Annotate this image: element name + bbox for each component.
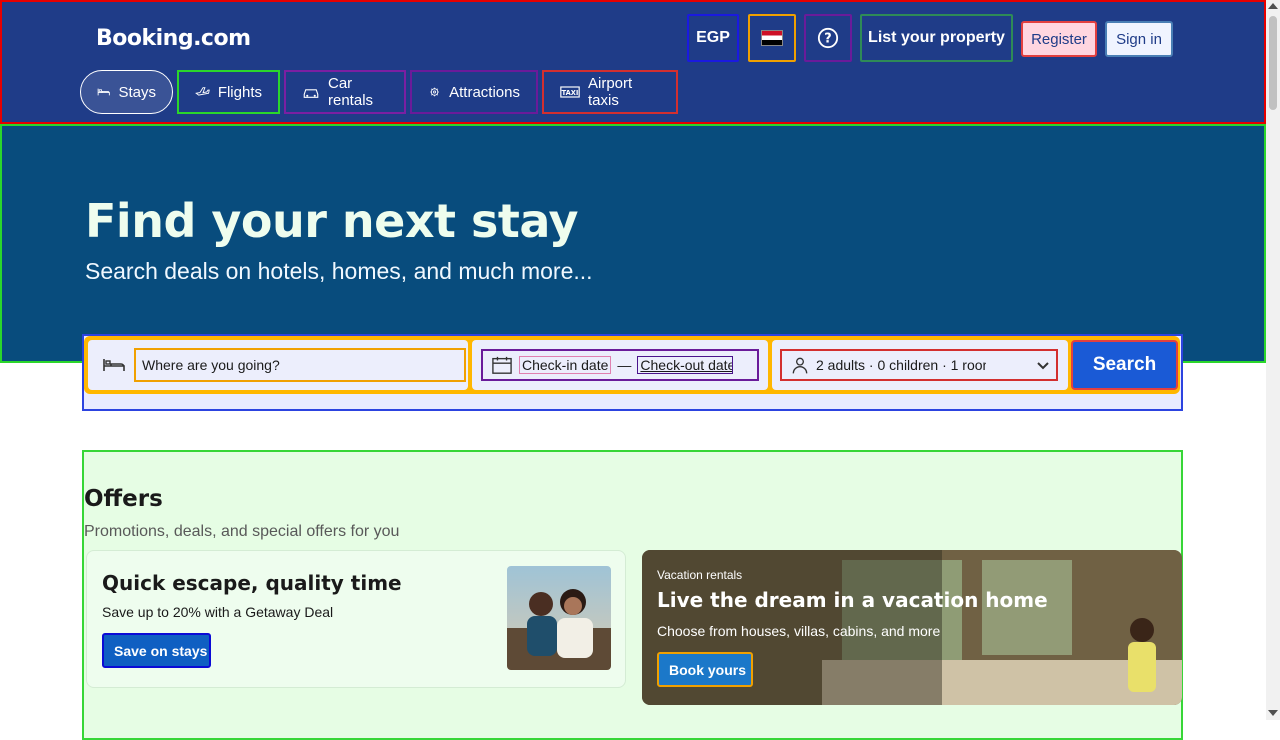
couple-photo (507, 566, 611, 670)
getaway-card-title: Quick escape, quality time (102, 571, 402, 595)
search-button[interactable]: Search (1071, 340, 1178, 390)
taxi-icon: TAXI (560, 86, 580, 98)
offers-title: Offers (84, 486, 163, 512)
bed-icon (103, 359, 125, 371)
tab-stays-label: Stays (118, 83, 156, 101)
calendar-icon (492, 356, 512, 374)
tab-airport-taxis[interactable]: TAXI Airport taxis (542, 70, 678, 114)
checkin-date[interactable]: Check-in date (519, 356, 612, 374)
language-button[interactable] (748, 14, 796, 62)
getaway-card-text: Save up to 20% with a Getaway Deal (102, 604, 334, 620)
sign-in-button[interactable]: Sign in (1105, 21, 1173, 57)
svg-text:TAXI: TAXI (562, 89, 579, 97)
save-on-stays-button[interactable]: Save on stays (102, 633, 211, 668)
destination-field[interactable]: Where are you going? (88, 340, 468, 390)
svg-text:?: ? (824, 32, 831, 47)
sign-in-label: Sign in (1116, 30, 1162, 48)
tab-flights[interactable]: Flights (177, 70, 280, 114)
tab-attractions-label: Attractions (449, 83, 520, 101)
currency-label: EGP (696, 29, 730, 46)
hero-banner: Find your next stay Search deals on hote… (0, 124, 1266, 363)
occupancy-field[interactable]: 2 adults · 0 children · 1 room (772, 340, 1068, 390)
destination-placeholder: Where are you going? (142, 357, 280, 373)
destination-input[interactable]: Where are you going? (134, 348, 466, 382)
currency-button[interactable]: EGP (687, 14, 739, 62)
checkout-date[interactable]: Check-out date (637, 356, 734, 374)
vacation-rentals-card: Vacation rentals Live the dream in a vac… (642, 550, 1182, 705)
vacation-rentals-eyebrow: Vacation rentals (657, 568, 743, 582)
dates-button[interactable]: Check-in date — Check-out date (481, 349, 759, 381)
tab-car-rentals[interactable]: Car rentals (284, 70, 406, 114)
hero-subtitle: Search deals on hotels, homes, and much … (85, 258, 593, 284)
bed-icon (97, 88, 110, 96)
list-property-button[interactable]: List your property (860, 14, 1013, 62)
book-yours-button[interactable]: Book yours (657, 652, 753, 687)
scroll-thumb[interactable] (1269, 16, 1277, 110)
occupancy-summary: 2 adults · 0 children · 1 room (816, 357, 986, 373)
help-button[interactable]: ? (804, 14, 852, 62)
tab-airport-taxis-label: Airport taxis (588, 75, 633, 109)
register-label: Register (1031, 30, 1087, 48)
tab-car-rentals-label: Car rentals (328, 75, 374, 109)
date-separator: — (617, 357, 632, 373)
register-button[interactable]: Register (1021, 21, 1097, 57)
search-button-label: Search (1092, 354, 1157, 375)
vacation-card-title: Live the dream in a vacation home (657, 588, 1048, 612)
car-icon (303, 89, 319, 98)
hero-title: Find your next stay (85, 194, 579, 248)
tab-attractions[interactable]: Attractions (410, 70, 538, 114)
offers-section: Offers Promotions, deals, and special of… (82, 450, 1183, 740)
vacation-card-text: Choose from houses, villas, cabins, and … (657, 623, 941, 639)
chevron-down-icon (1037, 362, 1049, 370)
scroll-down-arrow[interactable] (1268, 710, 1278, 716)
scroll-up-arrow[interactable] (1268, 3, 1278, 9)
tab-stays[interactable]: Stays (80, 70, 173, 114)
question-circle-icon: ? (817, 27, 839, 49)
getaway-deal-card: Quick escape, quality time Save up to 20… (86, 550, 626, 688)
site-header: Booking.com EGP ? List your property Reg… (0, 0, 1266, 124)
tab-flights-label: Flights (217, 83, 262, 101)
flag-icon (761, 30, 783, 46)
plane-icon (195, 87, 210, 96)
attractions-icon (430, 87, 439, 97)
booking-logo[interactable]: Booking.com (96, 26, 251, 51)
offers-subtitle: Promotions, deals, and special offers fo… (84, 523, 400, 540)
dates-field[interactable]: Check-in date — Check-out date (472, 340, 768, 390)
list-property-label: List your property (868, 29, 1005, 46)
occupancy-button[interactable]: 2 adults · 0 children · 1 room (780, 349, 1058, 381)
person-icon (792, 357, 808, 374)
